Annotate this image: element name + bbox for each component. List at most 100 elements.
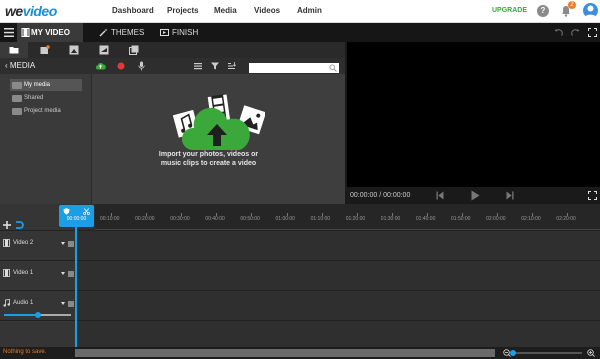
- top-navigation: wevideo Dashboard Projects Media Videos …: [0, 0, 600, 23]
- nav-dashboard[interactable]: Dashboard: [112, 6, 154, 15]
- zoom-slider[interactable]: [512, 352, 582, 354]
- microphone-icon[interactable]: [138, 61, 145, 71]
- list-view-icon[interactable]: [194, 62, 202, 70]
- timeline-ruler[interactable]: 00:10:00 00:20:00 00:30:00 00:40:00 00:50:00…: [95, 204, 600, 230]
- shield-marker-icon[interactable]: [63, 208, 70, 215]
- track-row-video-1[interactable]: Video 1: [0, 260, 600, 290]
- folder-icon: [12, 95, 22, 102]
- save-status-text: Nothing to save.: [3, 349, 47, 355]
- editor-tab-bar: MY VIDEO THEMES FINISH: [0, 23, 600, 42]
- ruler-tick-label: 01:00:00: [275, 216, 295, 222]
- media-source-toolbar: [0, 42, 345, 58]
- tab-themes[interactable]: THEMES: [99, 23, 144, 42]
- track-options-caret-icon[interactable]: [61, 302, 65, 305]
- fullscreen-icon[interactable]: [588, 191, 597, 200]
- ruler-tick-label: 01:40:00: [415, 216, 436, 222]
- audio-volume-knob[interactable]: [34, 312, 41, 318]
- avatar[interactable]: [583, 3, 598, 18]
- ruler-tick-label: 02:20:00: [556, 216, 576, 222]
- folder-my-media[interactable]: My media: [10, 79, 82, 91]
- filter-icon[interactable]: [211, 62, 219, 70]
- skip-forward-icon[interactable]: [506, 191, 514, 200]
- nav-admin[interactable]: Admin: [297, 6, 322, 15]
- import-illustration[interactable]: [170, 94, 265, 152]
- folder-label: Project media: [24, 108, 61, 114]
- tab-finish[interactable]: FINISH: [160, 23, 198, 42]
- play-icon[interactable]: [471, 190, 480, 201]
- import-text-line2: music clips to create a video: [160, 160, 257, 167]
- tab-themes-label: THEMES: [111, 28, 145, 37]
- ruler-tick-label: 00:40:00: [205, 216, 225, 222]
- preview-timecode: 00:00:00 / 00:00:00: [350, 192, 411, 199]
- tab-finish-label: FINISH: [172, 28, 199, 37]
- media-panel: ‹ MEDIA My media Shared Project media Im…: [0, 42, 345, 204]
- nav-projects[interactable]: Projects: [167, 6, 199, 15]
- ruler-tick-label: 00:30:00: [170, 216, 190, 222]
- track-menu-icon[interactable]: [68, 271, 74, 277]
- zoom-slider-knob[interactable]: [510, 350, 517, 356]
- help-icon[interactable]: ?: [537, 5, 549, 17]
- graphics-icon[interactable]: [69, 45, 79, 55]
- ruler-tick-label: 02:00:00: [486, 216, 506, 222]
- notification-badge: 2: [568, 1, 576, 9]
- magnet-snap-icon[interactable]: [15, 221, 24, 229]
- audio-volume-fill: [4, 314, 38, 316]
- transitions-icon[interactable]: [129, 45, 139, 55]
- expand-icon[interactable]: [588, 28, 597, 37]
- zoom-in-icon[interactable]: [587, 349, 595, 357]
- redo-icon[interactable]: [571, 28, 580, 37]
- playhead-line[interactable]: [75, 222, 77, 347]
- video-preview[interactable]: [347, 42, 600, 204]
- folder-icon: [12, 82, 22, 89]
- add-track-icon[interactable]: [3, 221, 11, 229]
- track-menu-icon[interactable]: [68, 241, 74, 247]
- scissors-icon[interactable]: [83, 208, 90, 215]
- track-label: Video 2: [13, 240, 34, 246]
- track-row-audio-1[interactable]: Audio 1: [0, 290, 600, 320]
- tab-my-video[interactable]: MY VIDEO: [17, 23, 83, 42]
- skip-back-icon[interactable]: [436, 191, 444, 200]
- user-avatar-icon: [584, 5, 597, 18]
- nav-videos[interactable]: Videos: [254, 6, 280, 15]
- import-instructions: Import your photos, videos or music clip…: [141, 150, 276, 168]
- hamburger-menu-icon[interactable]: [4, 27, 14, 38]
- logo-we-text: we: [5, 3, 23, 19]
- stock-media-icon[interactable]: [40, 45, 50, 55]
- tab-my-video-label: MY VIDEO: [31, 28, 70, 37]
- ruler-tick-label: 00:10:00: [100, 216, 120, 222]
- upgrade-link[interactable]: UPGRADE: [492, 7, 527, 14]
- record-icon[interactable]: [117, 62, 125, 70]
- folder-shared[interactable]: Shared: [10, 92, 43, 104]
- ruler-tick-label: 02:10:00: [521, 216, 541, 222]
- text-overlay-icon[interactable]: [99, 45, 109, 55]
- undo-icon[interactable]: [554, 28, 563, 37]
- ruler-tick-label: 00:20:00: [135, 216, 155, 222]
- sort-icon[interactable]: [228, 62, 236, 70]
- export-icon: [160, 29, 169, 36]
- media-search-input[interactable]: [249, 63, 339, 73]
- track-label: Video 1: [13, 270, 34, 276]
- track-label: Audio 1: [13, 300, 34, 306]
- media-header-label: MEDIA: [9, 61, 36, 70]
- wevideo-logo[interactable]: wevideo: [5, 3, 57, 19]
- track-row-empty: [0, 320, 600, 347]
- cloud-upload-icon[interactable]: [95, 61, 106, 71]
- nav-media[interactable]: Media: [214, 6, 237, 15]
- media-folder-list: My media Shared Project media: [0, 74, 92, 204]
- track-options-caret-icon[interactable]: [61, 242, 65, 245]
- folder-label: My media: [24, 82, 51, 88]
- logo-video-text: video: [22, 3, 58, 19]
- ruler-tick-label: 01:50:00: [451, 216, 471, 222]
- track-row-video-2[interactable]: Video 2: [0, 230, 600, 260]
- media-header[interactable]: ‹ MEDIA: [0, 58, 92, 74]
- video-track-icon: [3, 269, 10, 277]
- track-options-caret-icon[interactable]: [61, 272, 65, 275]
- ruler-tick-label: 01:30:00: [380, 216, 401, 222]
- timeline-horizontal-scrollbar[interactable]: [75, 349, 495, 357]
- search-icon[interactable]: [329, 64, 337, 72]
- folder-project-media[interactable]: Project media: [10, 105, 61, 117]
- folder-media-icon[interactable]: [9, 45, 19, 55]
- track-menu-icon[interactable]: [68, 301, 74, 307]
- music-note-icon: [3, 299, 10, 307]
- preview-controls: 00:00:00 / 00:00:00: [347, 187, 600, 204]
